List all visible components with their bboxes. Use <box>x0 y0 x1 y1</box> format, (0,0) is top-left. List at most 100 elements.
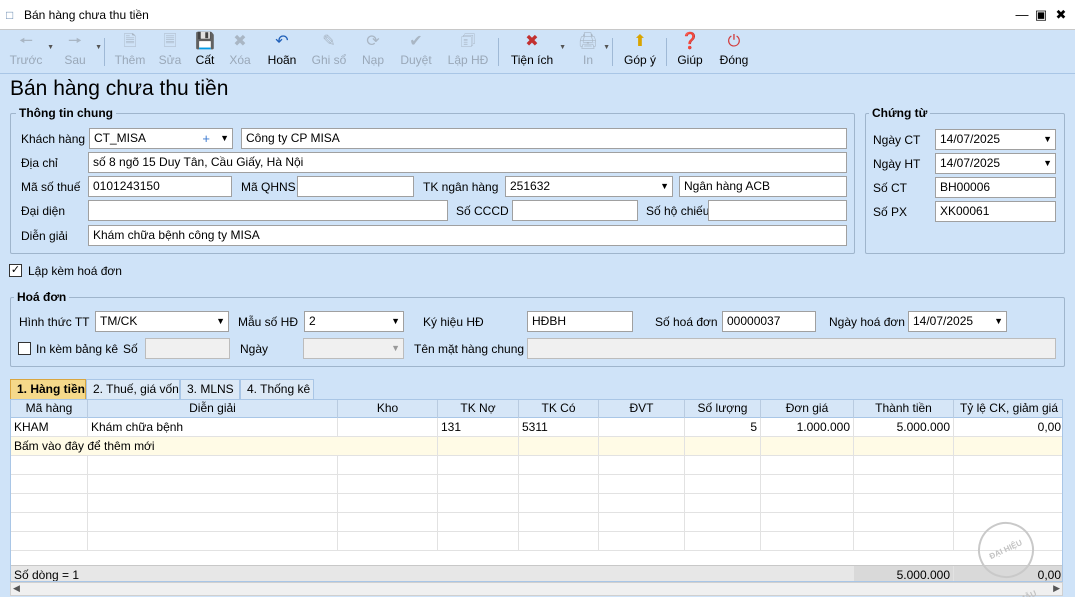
chevron-down-icon[interactable]: ▼ <box>216 312 225 331</box>
date-ct-picker[interactable]: 14/07/2025 ▼ <box>935 129 1056 150</box>
arrow-left-icon: 🠔 <box>18 33 33 50</box>
chevron-down-icon[interactable]: ▼ <box>1043 154 1052 173</box>
list-number-field[interactable] <box>145 338 230 359</box>
invoice-number-field[interactable]: 00000037 <box>722 311 816 332</box>
cell-unit[interactable] <box>599 418 685 437</box>
invoice-number-label: Số hoá đơn <box>655 315 718 329</box>
cccd-field[interactable] <box>512 200 638 221</box>
col-header[interactable]: Đơn giá <box>761 400 854 418</box>
undo-button[interactable]: ↶ Hoãn <box>264 32 300 72</box>
cell-item-code[interactable]: KHAM <box>11 418 88 437</box>
list-date-picker[interactable]: ▼ <box>303 338 404 359</box>
page-title: Bán hàng chưa thu tiền <box>10 77 229 100</box>
chevron-down-icon[interactable]: ▼ <box>994 312 1003 331</box>
next-button[interactable]: 🠖 Sau ▼ <box>56 32 102 72</box>
description-field[interactable]: Khám chữa bệnh công ty MISA <box>88 225 847 246</box>
close-button[interactable]: ⏻ Đóng <box>714 32 754 72</box>
reload-button[interactable]: ⟳ Nạp <box>356 32 390 72</box>
invoice-checkbox[interactable]: ✓ <box>9 264 22 277</box>
add-button[interactable]: 🗎 Thêm <box>112 32 148 72</box>
chevron-down-icon[interactable]: ▼ <box>1043 130 1052 149</box>
tools-icon: ✖ <box>525 33 539 50</box>
col-header[interactable]: Mã hàng <box>11 400 88 418</box>
chevron-down-icon[interactable]: ▼ <box>391 312 400 331</box>
prev-button[interactable]: 🠔 Trước ▼ <box>6 32 54 72</box>
feedback-button[interactable]: ⬆ Góp ý <box>620 32 660 72</box>
bank-name-field[interactable]: Ngân hàng ACB <box>679 176 847 197</box>
undo-icon: ↶ <box>275 33 289 50</box>
tab-mlns[interactable]: 3. MLNS <box>180 379 240 399</box>
cell-debit[interactable]: 131 <box>438 418 519 437</box>
symbol-field[interactable]: HĐBH <box>527 311 633 332</box>
cell-quantity[interactable]: 5 <box>685 418 761 437</box>
customer-code-combo[interactable]: CT_MISA + ▼ <box>89 128 233 149</box>
check-icon: ✔ <box>409 33 423 50</box>
cell-unit-price[interactable]: 1.000.000 <box>761 418 854 437</box>
delete-doc-icon: ✖ <box>233 33 247 50</box>
qhns-field[interactable] <box>297 176 414 197</box>
so-px-field[interactable]: XK00061 <box>935 201 1056 222</box>
cell-credit[interactable]: 5311 <box>519 418 599 437</box>
empty-row <box>11 494 1062 513</box>
form-combo[interactable]: 2 ▼ <box>304 311 404 332</box>
utilities-button[interactable]: ✖ Tiện ích ▼ <box>506 32 566 72</box>
add-new-row[interactable]: Bấm vào đây để thêm mới <box>11 437 1062 456</box>
create-invoice-button[interactable]: 🗊 Lập HĐ <box>444 32 492 72</box>
maximize-icon[interactable]: ▣ <box>1030 4 1052 26</box>
invoice-date-picker[interactable]: 14/07/2025 ▼ <box>908 311 1007 332</box>
empty-row <box>11 456 1062 475</box>
col-header[interactable]: Số lượng <box>685 400 761 418</box>
so-ct-field[interactable]: BH00006 <box>935 177 1056 198</box>
table-row[interactable]: KHAM Khám chữa bệnh 131 5311 5 1.000.000… <box>11 418 1062 437</box>
col-header[interactable]: ĐVT <box>599 400 685 418</box>
customer-label: Khách hàng <box>21 132 86 146</box>
chevron-down-icon[interactable]: ▼ <box>220 129 229 148</box>
window-titlebar: □ Bán hàng chưa thu tiền — ▣ ✖ <box>0 0 1075 30</box>
delete-button[interactable]: ✖ Xóa <box>224 32 256 72</box>
post-button[interactable]: ✎ Ghi sổ <box>308 32 350 72</box>
payment-combo[interactable]: TM/CK ▼ <box>95 311 229 332</box>
goods-name-field[interactable] <box>527 338 1056 359</box>
address-field[interactable]: số 8 ngõ 15 Duy Tân, Cầu Giấy, Hà Nội <box>88 152 847 173</box>
pencil-icon: ✎ <box>322 33 336 50</box>
help-button[interactable]: ❓ Giúp <box>674 32 706 72</box>
col-header[interactable]: Diễn giải <box>88 400 338 418</box>
general-info-legend: Thông tin chung <box>16 106 116 120</box>
col-header[interactable]: Kho <box>338 400 438 418</box>
cell-amount[interactable]: 5.000.000 <box>854 418 954 437</box>
cell-description[interactable]: Khám chữa bệnh <box>88 418 338 437</box>
customer-name-field[interactable]: Công ty CP MISA <box>241 128 847 149</box>
so-ct-label: Số CT <box>873 181 908 195</box>
col-header[interactable]: Thành tiền <box>854 400 954 418</box>
tab-hang-tien[interactable]: 1. Hàng tiền <box>10 379 86 399</box>
tab-thue-gia-von[interactable]: 2. Thuế, giá vốn <box>86 379 180 399</box>
description-label: Diễn giải <box>21 229 68 243</box>
approve-button[interactable]: ✔ Duyệt <box>396 32 436 72</box>
plus-icon[interactable]: + <box>202 129 210 148</box>
chevron-down-icon[interactable]: ▼ <box>391 339 400 358</box>
horizontal-scrollbar[interactable]: ◀ ▶ <box>10 582 1063 596</box>
col-header[interactable]: TK Nợ <box>438 400 519 418</box>
col-header[interactable]: TK Có <box>519 400 599 418</box>
grid-footer: Số dòng = 1 5.000.000 0,00 <box>11 565 1062 581</box>
qhns-label: Mã QHNS <box>241 180 296 194</box>
close-window-icon[interactable]: ✖ <box>1050 4 1072 26</box>
passport-field[interactable] <box>708 200 847 221</box>
tab-thong-ke[interactable]: 4. Thống kê <box>240 379 314 399</box>
tax-code-field[interactable]: 0101243150 <box>88 176 232 197</box>
representative-field[interactable] <box>88 200 448 221</box>
chevron-down-icon[interactable]: ▼ <box>660 177 669 196</box>
col-header[interactable]: Tỷ lệ CK, giảm giá <box>954 400 1062 418</box>
edit-button[interactable]: 🗏 Sửa <box>154 32 186 72</box>
save-button[interactable]: 💾 Cất <box>190 32 220 72</box>
bank-account-combo[interactable]: 251632 ▼ <box>505 176 673 197</box>
scroll-right-icon[interactable]: ▶ <box>1053 583 1060 594</box>
print-list-checkbox[interactable] <box>18 342 31 355</box>
bank-account-label: TK ngân hàng <box>423 180 499 194</box>
date-ht-picker[interactable]: 14/07/2025 ▼ <box>935 153 1056 174</box>
cell-discount[interactable]: 0,00 <box>954 418 1062 437</box>
print-button[interactable]: 🖨 In ▼ <box>574 32 610 72</box>
feedback-icon: ⬆ <box>633 33 647 50</box>
cell-warehouse[interactable] <box>338 418 438 437</box>
scroll-left-icon[interactable]: ◀ <box>13 583 20 594</box>
